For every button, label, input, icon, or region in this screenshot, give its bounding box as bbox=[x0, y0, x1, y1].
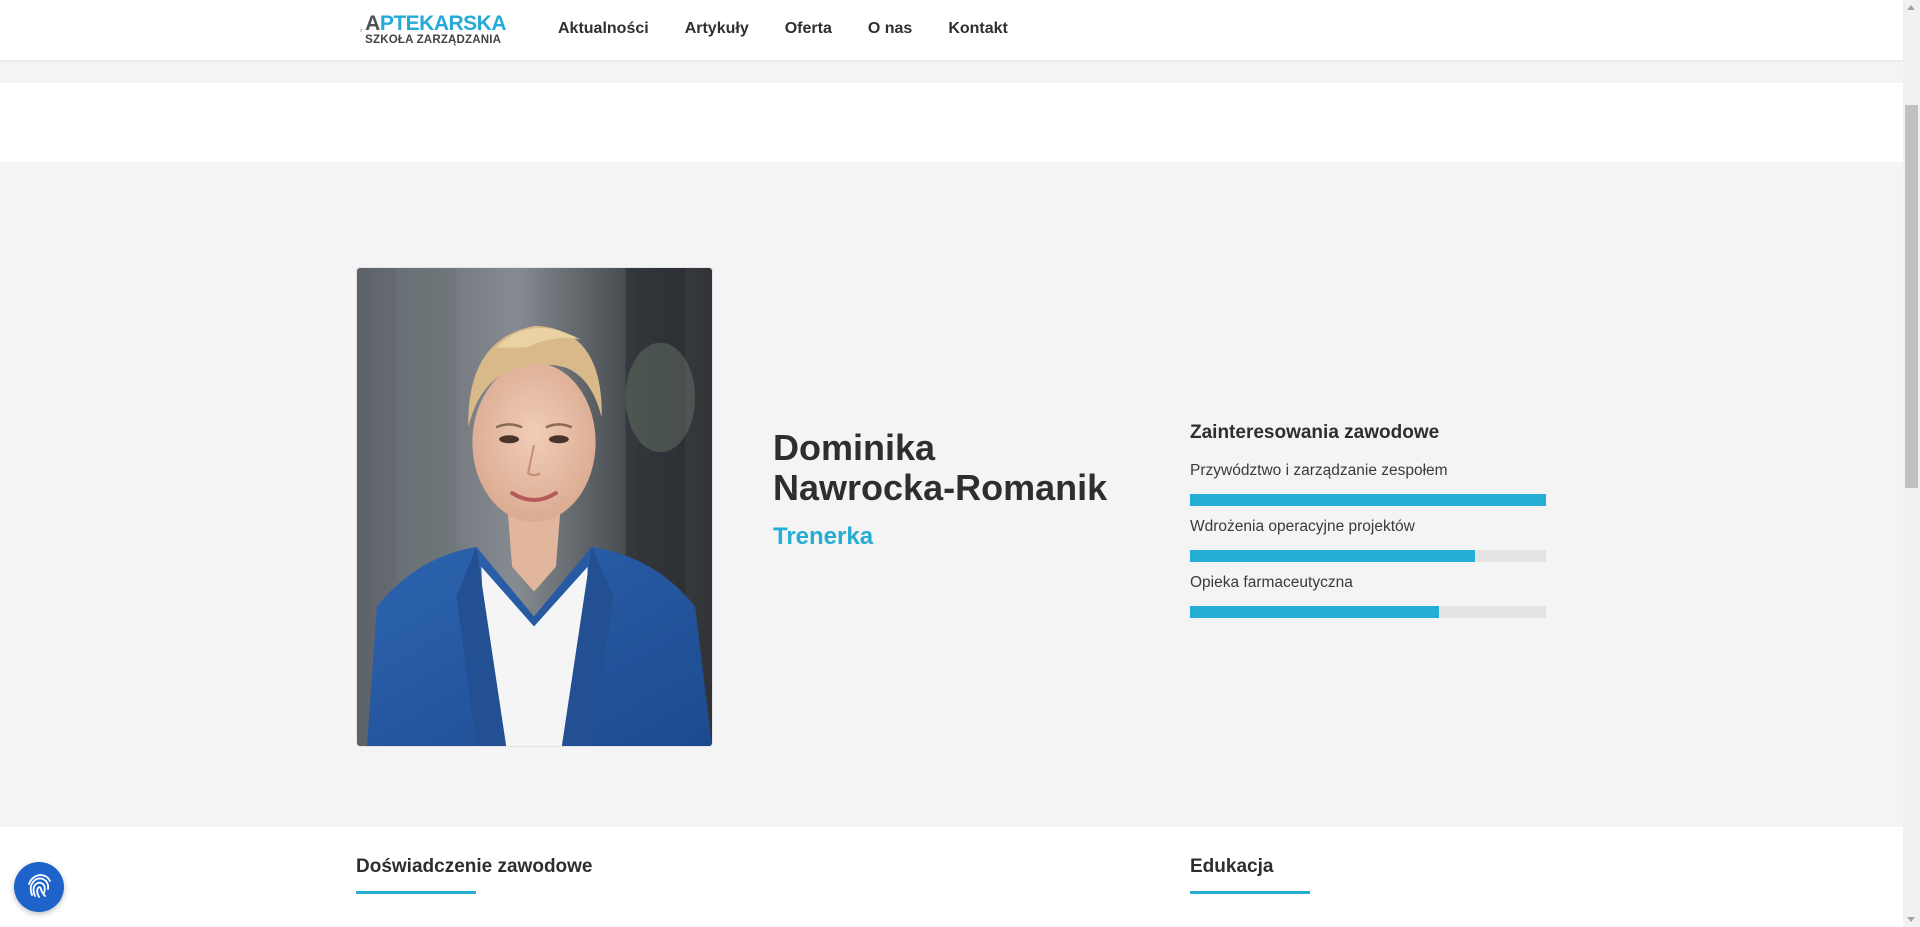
experience-heading: Doświadczenie zawodowe bbox=[356, 856, 593, 877]
scroll-down-arrow-icon[interactable] bbox=[1907, 917, 1915, 922]
interests-title: Zainteresowania zawodowe bbox=[1190, 422, 1440, 443]
skill-item: Wdrożenia operacyjne projektów bbox=[1190, 518, 1546, 562]
portrait-photo bbox=[357, 268, 712, 746]
profile-photo bbox=[356, 267, 713, 747]
skill-progress-track bbox=[1190, 550, 1546, 562]
skill-label: Opieka farmaceutyczna bbox=[1190, 574, 1353, 591]
skill-progress-track bbox=[1190, 494, 1546, 506]
education-underline bbox=[1190, 891, 1310, 894]
site-header: APTEKARSKA SZKOŁA ZARZĄDZANIA Aktualnośc… bbox=[0, 0, 1903, 60]
nav-item-artykuly[interactable]: Artykuły bbox=[685, 20, 749, 38]
nav-item-aktualnosci[interactable]: Aktualności bbox=[558, 20, 649, 38]
skill-progress-fill bbox=[1190, 606, 1440, 618]
page-scrollbar[interactable] bbox=[1903, 0, 1920, 927]
logo-wordmark: PTEKARSKA bbox=[379, 12, 507, 36]
scroll-thumb[interactable] bbox=[1905, 105, 1918, 488]
skill-item: Opieka farmaceutyczna bbox=[1190, 574, 1546, 618]
logo-tagline: SZKOŁA ZARZĄDZANIA bbox=[365, 34, 502, 47]
education-heading: Edukacja bbox=[1190, 856, 1274, 877]
pharmacist-mascot-icon bbox=[360, 28, 362, 32]
skill-progress-track bbox=[1190, 606, 1546, 618]
site-logo[interactable]: APTEKARSKA SZKOŁA ZARZĄDZANIA bbox=[360, 12, 507, 48]
fingerprint-icon bbox=[28, 874, 51, 898]
scroll-up-arrow-icon[interactable] bbox=[1907, 5, 1915, 10]
skill-progress-fill bbox=[1190, 494, 1546, 506]
nav-item-kontakt[interactable]: Kontakt bbox=[948, 20, 1008, 38]
main-navigation: Aktualności Artykuły Oferta O nas Kontak… bbox=[558, 0, 1044, 58]
profile-role: Trenerka bbox=[773, 523, 874, 550]
spacer-band bbox=[0, 83, 1903, 162]
experience-underline bbox=[356, 891, 476, 894]
details-section bbox=[0, 827, 1903, 927]
privacy-settings-button[interactable] bbox=[14, 862, 64, 912]
nav-item-oferta[interactable]: Oferta bbox=[785, 20, 832, 38]
skill-item: Przywództwo i zarządzanie zespołem bbox=[1190, 462, 1546, 506]
skill-label: Przywództwo i zarządzanie zespołem bbox=[1190, 462, 1448, 479]
profile-name: Dominika Nawrocka-Romanik bbox=[773, 427, 1108, 508]
logo-letter-a: A bbox=[365, 12, 380, 36]
skill-label: Wdrożenia operacyjne projektów bbox=[1190, 518, 1415, 535]
skill-progress-fill bbox=[1190, 550, 1475, 562]
nav-item-o-nas[interactable]: O nas bbox=[868, 20, 912, 38]
professional-interests: Zainteresowania zawodowe Przywództwo i z… bbox=[1190, 422, 1546, 630]
